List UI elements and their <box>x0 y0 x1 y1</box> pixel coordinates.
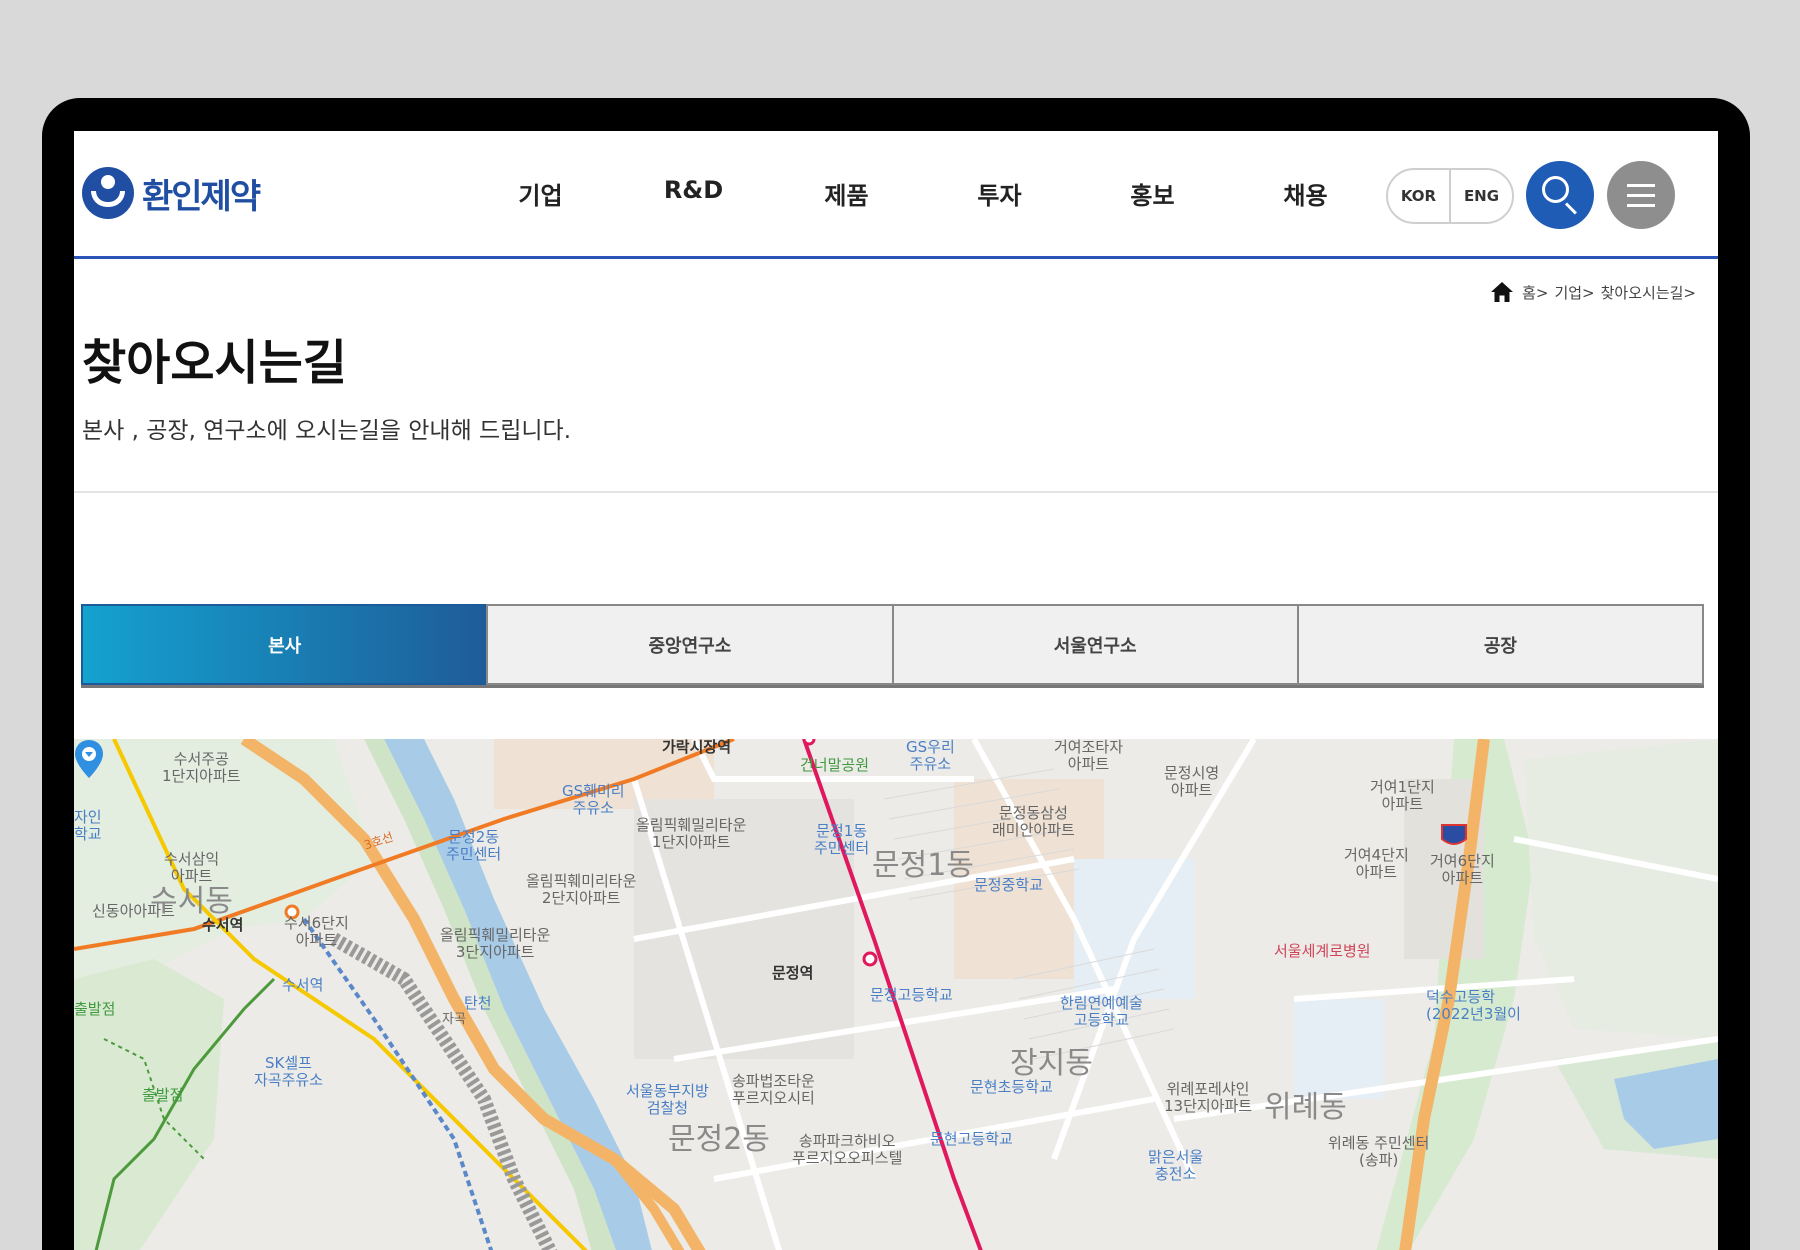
map-label: 출발점 <box>142 1086 184 1104</box>
site-header: 환인제약 기업 R&D 제품 투자 홍보 채용 KOR ENG <box>74 131 1718 259</box>
search-button[interactable] <box>1526 161 1594 229</box>
home-icon[interactable] <box>1490 281 1514 303</box>
logo-icon <box>82 167 134 219</box>
map-label: 거여4단지 아파트 <box>1344 846 1409 882</box>
divider <box>74 491 1718 493</box>
map-label: 거여6단지 아파트 <box>1430 852 1495 888</box>
map-label: 문현초등학교 <box>970 1078 1053 1096</box>
map-label: 문현고등학교 <box>930 1130 1013 1148</box>
breadcrumb-directions[interactable]: 찾아오시는길> <box>1601 282 1696 303</box>
menu-button[interactable] <box>1607 161 1675 229</box>
map-label: SK셀프 자곡주유소 <box>254 1054 324 1090</box>
map-label: 수서역 <box>202 916 244 934</box>
map-label: 올림픽훼밀리타운 1단지아파트 <box>636 816 747 852</box>
map-label: 거여조타자 아파트 <box>1054 739 1124 774</box>
nav-item-products[interactable]: 제품 <box>770 176 923 211</box>
logo-text: 환인제약 <box>142 176 261 217</box>
location-tabs: 본사 중앙연구소 서울연구소 공장 <box>81 604 1704 688</box>
nav-item-company[interactable]: 기업 <box>464 176 617 211</box>
language-switch: KOR ENG <box>1386 168 1514 224</box>
map-label: 덕수고등학 (2022년3월이 <box>1426 988 1521 1024</box>
nav-item-recruit[interactable]: 채용 <box>1229 176 1382 211</box>
map-label: GS우리 주유소 <box>906 739 955 774</box>
map-label: 위례동 <box>1264 1090 1347 1125</box>
map-label: GS훼미리 주유소 <box>562 782 625 818</box>
map-label: 위례동 주민센터 (송파) <box>1328 1134 1430 1170</box>
main-nav: 기업 R&D 제품 투자 홍보 채용 <box>464 176 1382 211</box>
map-label: 문정중학교 <box>974 876 1044 894</box>
map-label: 문정2동 <box>668 1122 770 1157</box>
nav-item-investment[interactable]: 투자 <box>923 176 1076 211</box>
map-label: 수서역 <box>282 976 324 994</box>
search-icon <box>1542 176 1569 203</box>
logo[interactable]: 환인제약 <box>82 167 261 219</box>
tab-seoul-research[interactable]: 서울연구소 <box>891 604 1297 685</box>
breadcrumb-home[interactable]: 홈> <box>1522 282 1548 303</box>
map-label: 올림픽훼밀리타운 3단지아파트 <box>440 926 551 962</box>
page-description: 본사 , 공장, 연구소에 오시는길을 안내해 드립니다. <box>82 418 571 444</box>
map-label: 문정1동 <box>872 848 974 883</box>
tab-central-research[interactable]: 중앙연구소 <box>486 604 892 685</box>
page-title: 찾아오시는길 <box>82 335 347 391</box>
map-label: 위례포레샤인 13단지아파트 <box>1164 1080 1253 1116</box>
map-label: 문정동삼성 래미안아파트 <box>992 804 1075 840</box>
map-label: 수서동 <box>150 884 233 919</box>
browser-viewport: 환인제약 기업 R&D 제품 투자 홍보 채용 KOR ENG 홈> 기업> 찾… <box>74 131 1718 1250</box>
map-label: 문정역 <box>772 964 814 982</box>
map-label: 장지동 <box>1010 1046 1093 1081</box>
map-label: 자곡 <box>442 1012 466 1027</box>
map-label: 가락시장역 <box>662 739 732 756</box>
map-label: 수서6단지 아파트 <box>284 914 349 950</box>
breadcrumb-company[interactable]: 기업> <box>1554 282 1594 303</box>
map-label: 수서주공 1단지아파트 <box>162 750 241 786</box>
tab-factory[interactable]: 공장 <box>1296 604 1704 685</box>
map-label: 출발점 <box>74 1000 116 1018</box>
lang-kor-button[interactable]: KOR <box>1388 170 1451 222</box>
map-label: 문정시영 아파트 <box>1164 764 1220 800</box>
location-map[interactable]: 수서주공 1단지아파트 자인 학교 수서삼익 아파트 신동아아파트 수서동 수서역 수… <box>74 739 1718 1250</box>
map-label: 송파법조타운 푸르지오시티 <box>732 1072 815 1108</box>
map-label: 거여1단지 아파트 <box>1370 778 1435 814</box>
breadcrumb: 홈> 기업> 찾아오시는길> <box>1490 281 1702 303</box>
lang-eng-button[interactable]: ENG <box>1451 170 1512 222</box>
map-label: 건너말공원 <box>800 756 870 774</box>
map-label: 서울동부지방 검찰청 <box>626 1082 709 1118</box>
tab-headquarters[interactable]: 본사 <box>81 604 487 685</box>
map-label: 수서삼익 아파트 <box>164 850 220 886</box>
map-label: 한림연예예술 고등학교 <box>1060 994 1143 1030</box>
map-label: 문정2동 주민센터 <box>446 828 502 864</box>
nav-item-rnd[interactable]: R&D <box>617 176 770 211</box>
map-label: 자인 학교 <box>74 808 102 844</box>
map-label: 올림픽훼미리타운 2단지아파트 <box>526 872 637 908</box>
map-label: 탄천 <box>464 994 492 1012</box>
map-label: 송파파크하비오 푸르지오오피스텔 <box>792 1132 903 1168</box>
map-label: 문정고등학교 <box>870 986 953 1004</box>
map-label: 맑은서울 충전소 <box>1148 1148 1204 1184</box>
location-pin-icon[interactable] <box>74 739 104 779</box>
nav-item-pr[interactable]: 홍보 <box>1076 176 1229 211</box>
map-label: 서울세계로병원 <box>1274 942 1371 960</box>
map-label: 문정1동 주민센터 <box>814 822 870 858</box>
